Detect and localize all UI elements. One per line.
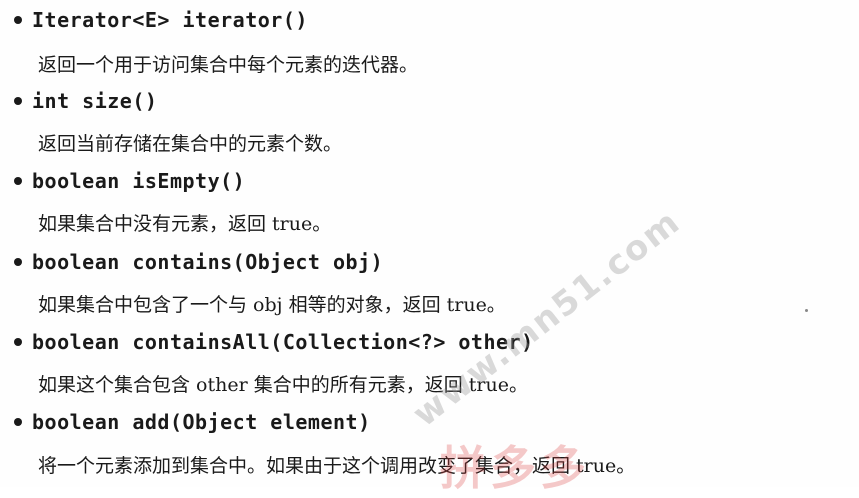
method-signature: boolean add(Object element)	[14, 410, 371, 434]
bullet-icon	[14, 15, 22, 24]
signature-text: boolean isEmpty()	[32, 169, 246, 193]
method-signature: boolean containsAll(Collection<?> other)	[14, 330, 534, 354]
bullet-icon	[14, 417, 22, 426]
scan-speck	[805, 309, 808, 312]
signature-text: Iterator<E> iterator()	[32, 8, 308, 32]
method-signature: Iterator<E> iterator()	[14, 8, 308, 32]
signature-text: boolean contains(Object obj)	[32, 250, 384, 274]
method-description: 如果集合中包含了一个与 obj 相等的对象，返回 true。	[38, 294, 506, 316]
method-description: 返回一个用于访问集合中每个元素的迭代器。	[38, 54, 419, 76]
method-description: 将一个元素添加到集合中。如果由于这个调用改变了集合，返回 true。	[38, 455, 636, 477]
api-document-page: Iterator<E> iterator() 返回一个用于访问集合中每个元素的迭…	[0, 0, 859, 495]
signature-text: boolean containsAll(Collection<?> other)	[32, 330, 534, 354]
method-description: 如果集合中没有元素，返回 true。	[38, 213, 332, 235]
signature-text: int size()	[32, 89, 158, 113]
method-description: 如果这个集合包含 other 集合中的所有元素，返回 true。	[38, 374, 528, 396]
bullet-icon	[14, 96, 22, 105]
watermark-url: www.mn51.com	[405, 201, 689, 435]
method-description: 返回当前存储在集合中的元素个数。	[38, 133, 343, 155]
method-signature: int size()	[14, 89, 157, 113]
bullet-icon	[14, 257, 22, 266]
method-signature: boolean contains(Object obj)	[14, 250, 383, 274]
method-signature: boolean isEmpty()	[14, 169, 245, 193]
bullet-icon	[14, 176, 22, 185]
signature-text: boolean add(Object element)	[32, 410, 371, 434]
bullet-icon	[14, 337, 22, 346]
